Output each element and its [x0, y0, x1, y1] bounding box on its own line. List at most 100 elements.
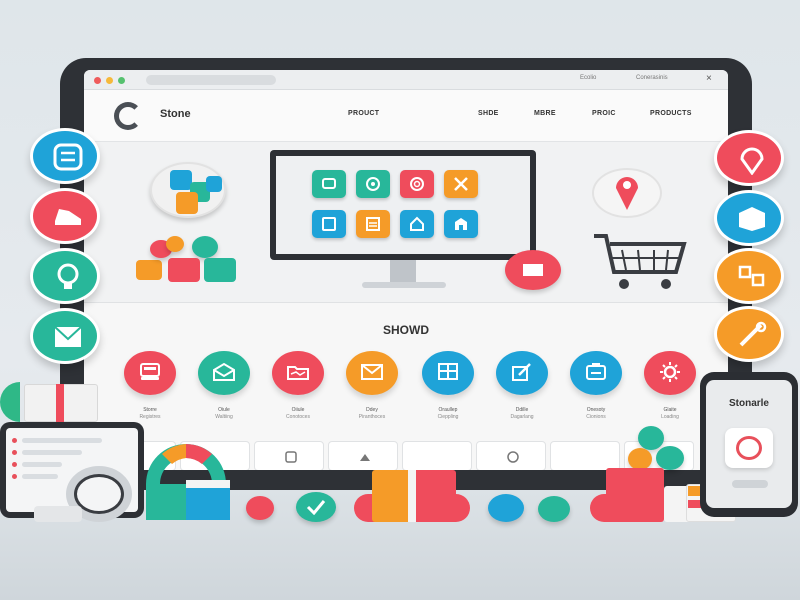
product-tile[interactable]	[550, 441, 620, 470]
product-tile[interactable]	[476, 441, 546, 470]
inner-monitor-base	[362, 282, 446, 288]
gift-box	[146, 484, 190, 520]
tools-icon[interactable]	[714, 306, 784, 362]
list-bullet	[12, 462, 17, 467]
gift-ribbon	[56, 384, 64, 422]
category-sub: Cionions	[586, 414, 606, 420]
check-icon[interactable]	[296, 492, 336, 522]
app-block-icon	[168, 258, 200, 282]
product-tile[interactable]	[402, 441, 472, 470]
map-pin-icon[interactable]	[612, 172, 642, 212]
category-label: Oiiule	[291, 407, 305, 413]
list-bullet	[12, 438, 17, 443]
category-item-8[interactable]: Glaite Loading	[640, 351, 700, 421]
list-bullet	[12, 474, 17, 479]
address-bar[interactable]	[146, 75, 276, 85]
category-item-5[interactable]: Oraullep Cieppling	[418, 351, 478, 421]
list-row	[22, 474, 58, 479]
gift-box	[412, 470, 456, 522]
logo-icon[interactable]	[114, 102, 142, 130]
category-label: Oraullep	[438, 407, 458, 413]
tools-icon[interactable]	[444, 170, 478, 198]
nav-item-shde[interactable]: SHDE	[478, 110, 499, 117]
chat-icon[interactable]	[312, 170, 346, 198]
inner-monitor-stand	[390, 260, 416, 282]
store-icon[interactable]	[444, 210, 478, 238]
minimize-window-icon[interactable]	[106, 77, 113, 84]
category-sub: Waltiing	[215, 414, 233, 420]
phone-home-bar[interactable]	[732, 480, 768, 488]
list-row	[22, 438, 102, 443]
gift-ribbon	[408, 470, 416, 522]
shopping-cart-icon[interactable]	[592, 232, 688, 292]
maximize-window-icon[interactable]	[118, 77, 125, 84]
browser-toolbar: Ecolio Conerasinis ×	[84, 70, 728, 90]
nav-item-proudct[interactable]: PROUCT	[348, 110, 379, 117]
puzzle-icon[interactable]	[714, 248, 784, 304]
site-navbar: Stone PROUCT SHDE MBRE PROIC PRODUCTS	[84, 90, 728, 142]
category-label: Storre	[143, 407, 157, 413]
notes-icon[interactable]	[356, 210, 390, 238]
envelope-open-icon	[198, 351, 250, 395]
category-item-2[interactable]: Oiule Waltiing	[194, 351, 254, 421]
category-item-3[interactable]: Oiiule Conotoces	[268, 351, 328, 421]
lightbulb-icon[interactable]	[30, 248, 100, 304]
shoe-icon[interactable]	[30, 188, 100, 244]
app-bubble-icon	[192, 236, 218, 258]
toolbar-link-1[interactable]: Ecolio	[580, 75, 596, 81]
app-block-icon	[204, 258, 236, 282]
list-row	[22, 450, 82, 455]
puzzle-piece-icon	[176, 192, 198, 214]
folder-icon	[272, 351, 324, 395]
color-wheel-icon	[146, 444, 226, 484]
category-label: Onesoty	[586, 407, 606, 413]
box-icon[interactable]	[714, 190, 784, 246]
register-icon	[124, 351, 176, 395]
image-icon[interactable]	[312, 210, 346, 238]
leaf-button[interactable]	[538, 496, 570, 522]
nav-item-proic[interactable]: PROIC	[592, 110, 616, 117]
at-sign-icon[interactable]	[356, 170, 390, 198]
category-item-4[interactable]: Ddey Piranthoces	[342, 351, 402, 421]
gift-lid	[186, 480, 230, 488]
category-sub: Loading	[661, 414, 679, 420]
list-icon[interactable]	[30, 128, 100, 184]
toolbar-link-2[interactable]: Conerasinis	[636, 75, 668, 81]
nav-item-mbre[interactable]: MBRE	[534, 110, 556, 117]
nav-item-products[interactable]: PRODUCTS	[650, 110, 692, 117]
gear-icon	[644, 351, 696, 395]
document-icon	[570, 351, 622, 395]
decor-ball	[638, 426, 664, 450]
product-tile[interactable]	[328, 441, 398, 470]
close-window-icon[interactable]	[94, 77, 101, 84]
category-item-1[interactable]: Storre Registres	[120, 351, 180, 421]
close-tab-icon[interactable]: ×	[706, 73, 712, 84]
product-tile[interactable]	[254, 441, 324, 470]
target-icon[interactable]	[400, 170, 434, 198]
list-row	[22, 462, 62, 467]
category-label: Glaite	[663, 407, 677, 413]
home-icon[interactable]	[400, 210, 434, 238]
ticket-icon[interactable]	[505, 250, 561, 290]
category-item-6[interactable]: Ddille Dagarlang	[492, 351, 552, 421]
section-title: SHOWD	[383, 323, 429, 337]
envelope-icon[interactable]	[30, 308, 100, 364]
app-block-icon	[136, 260, 162, 280]
category-sub: Conotoces	[286, 414, 310, 420]
puzzle-piece-icon	[206, 176, 222, 192]
category-sub: Cieppling	[437, 414, 459, 420]
grid-icon	[422, 351, 474, 395]
phone-app-title: Stonarle	[728, 398, 769, 409]
app-bubble-icon	[166, 236, 184, 252]
plant-leaf	[0, 382, 20, 422]
gift-box	[606, 468, 664, 522]
map-pin-icon[interactable]	[714, 130, 784, 186]
mail-icon	[346, 351, 398, 395]
category-label: Ddille	[515, 407, 529, 413]
category-sub: Registres	[139, 414, 161, 420]
round-button[interactable]	[246, 496, 274, 520]
category-label: Oiule	[218, 407, 230, 413]
note-button[interactable]	[488, 494, 524, 522]
logo-text[interactable]: Stone	[160, 108, 191, 120]
category-item-7[interactable]: Onesoty Cionions	[566, 351, 626, 421]
